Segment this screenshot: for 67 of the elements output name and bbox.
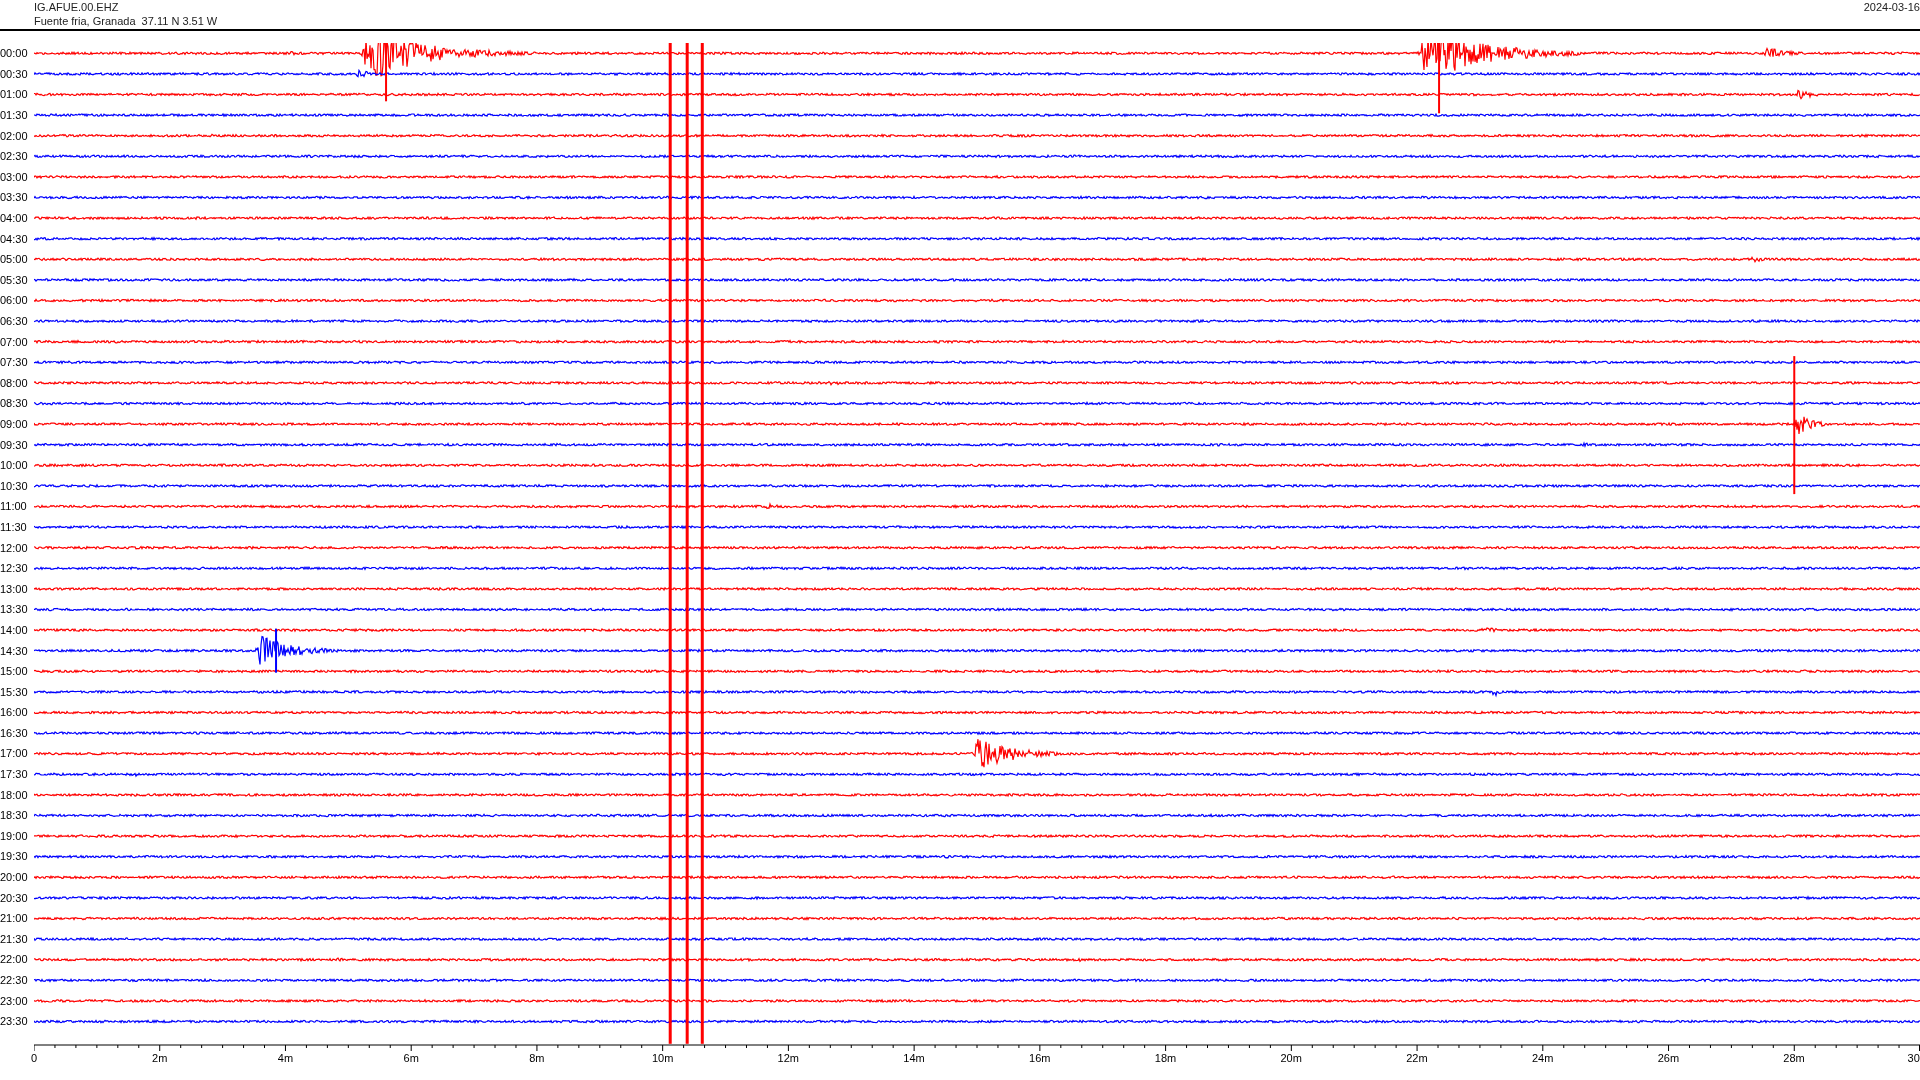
time-label: 12:30 xyxy=(0,562,28,575)
time-label: 23:00 xyxy=(0,994,28,1007)
time-label: 11:30 xyxy=(0,520,27,533)
axis-tick-label: 20m xyxy=(1280,1051,1302,1065)
time-label: 11:00 xyxy=(0,500,27,513)
time-label: 15:00 xyxy=(0,665,28,678)
time-label: 21:30 xyxy=(0,932,28,945)
time-label: 01:30 xyxy=(0,109,28,122)
station-code: IG.AFUE.00.EHZ xyxy=(34,0,120,14)
time-label: 17:30 xyxy=(0,768,28,781)
time-label: 00:30 xyxy=(0,67,28,80)
axis-tick-label: 24m xyxy=(1531,1051,1554,1065)
time-label: 09:00 xyxy=(0,418,28,430)
axis-tick-label: 8m xyxy=(529,1051,545,1065)
axis-tick-label: 28m xyxy=(1783,1051,1805,1065)
time-label: 07:30 xyxy=(0,356,28,369)
time-label: 18:30 xyxy=(0,809,28,822)
axis-tick-label: 4m xyxy=(277,1051,294,1065)
time-label: 19:00 xyxy=(0,829,28,842)
time-label: 21:00 xyxy=(0,912,28,925)
station-location: Fuente fria, Granada 37.11 N 3.51 W xyxy=(34,14,218,28)
time-label: 16:30 xyxy=(0,726,28,739)
time-label: 03:00 xyxy=(0,170,28,183)
time-label: 22:30 xyxy=(0,974,28,986)
axis-tick-label: 0 xyxy=(31,1051,38,1065)
time-label: 00:00 xyxy=(0,47,28,60)
time-label: 09:30 xyxy=(0,438,28,451)
axis-tick-label: 2m xyxy=(152,1051,168,1065)
time-label: 10:00 xyxy=(0,459,28,472)
time-label: 10:30 xyxy=(0,479,28,492)
time-label: 06:00 xyxy=(0,294,28,307)
time-label: 15:30 xyxy=(0,685,28,698)
time-label: 22:00 xyxy=(0,953,28,966)
time-label: 13:30 xyxy=(0,603,28,616)
axis-tick-label: 22m xyxy=(1406,1051,1428,1065)
time-label: 16:00 xyxy=(0,706,28,719)
time-label: 14:30 xyxy=(0,644,28,657)
time-label: 05:30 xyxy=(0,273,28,286)
axis-tick-label: 16m xyxy=(1029,1051,1051,1065)
axis-tick-label: 30 xyxy=(1907,1051,1920,1065)
time-label: 02:30 xyxy=(0,150,28,163)
time-label: 08:00 xyxy=(0,376,28,389)
time-label: 07:00 xyxy=(0,335,28,348)
time-label: 06:30 xyxy=(0,315,28,327)
time-label: 12:00 xyxy=(0,541,28,554)
axis-tick-label: 10m xyxy=(651,1051,674,1065)
axis-tick-label: 12m xyxy=(777,1051,799,1065)
time-label: 05:00 xyxy=(0,253,28,266)
time-label: 03:30 xyxy=(0,191,28,204)
time-label: 02:00 xyxy=(0,129,28,142)
time-label: 17:00 xyxy=(0,747,28,760)
axis-tick-label: 14m xyxy=(903,1051,925,1065)
time-label: 20:00 xyxy=(0,871,28,884)
axis-tick-label: 18m xyxy=(1154,1051,1177,1065)
time-label: 04:00 xyxy=(0,212,28,225)
time-label: 19:30 xyxy=(0,850,28,863)
time-label: 20:30 xyxy=(0,891,28,904)
time-label: 01:00 xyxy=(0,88,28,101)
time-label: 08:30 xyxy=(0,397,28,410)
date-label: 2024-03-16 xyxy=(1863,0,1920,15)
time-label: 23:30 xyxy=(0,1015,28,1028)
time-label: 13:00 xyxy=(0,582,28,595)
time-label: 04:30 xyxy=(0,232,28,245)
axis-tick-label: 6m xyxy=(403,1051,419,1065)
axis-tick-label: 26m xyxy=(1657,1051,1680,1065)
time-label: 18:00 xyxy=(0,788,28,801)
time-label: 14:00 xyxy=(0,623,28,636)
